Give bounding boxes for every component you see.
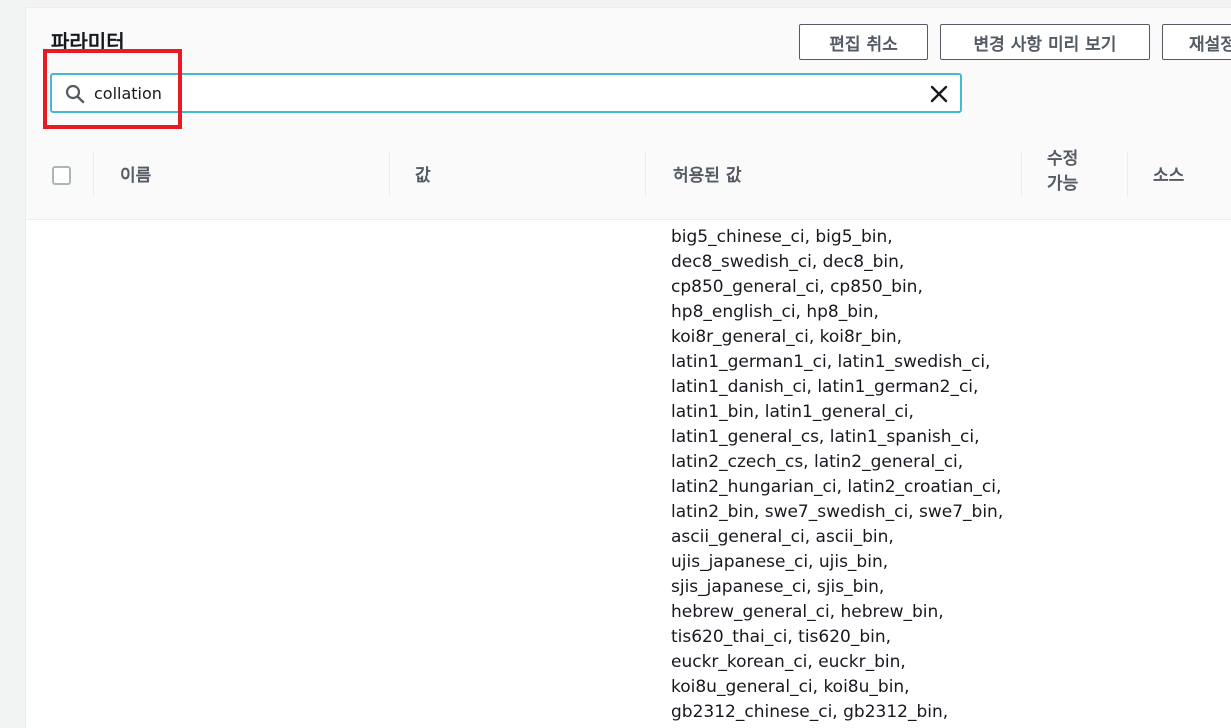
allowed-value-line: koi8r_general_ci, koi8r_bin,: [671, 327, 903, 347]
search-input[interactable]: [94, 81, 914, 105]
allowed-value-line: hebrew_general_ci, hebrew_bin,: [671, 602, 944, 622]
allowed-value-line: gb2312_chinese_ci, gb2312_bin,: [671, 702, 949, 722]
allowed-value-line: latin2_czech_cs, latin2_general_ci,: [671, 452, 964, 472]
column-divider: [1021, 153, 1022, 196]
reset-button[interactable]: 재설정: [1162, 24, 1231, 60]
column-divider: [93, 153, 94, 196]
allowed-values-cell: big5_chinese_ci, big5_bin, dec8_swedish_c…: [671, 225, 1003, 725]
column-divider: [1127, 153, 1128, 196]
column-header-value[interactable]: 값: [415, 161, 431, 186]
clear-search-icon[interactable]: [929, 84, 949, 108]
column-divider: [389, 153, 390, 196]
allowed-value-line: latin1_general_cs, latin1_spanish_ci,: [671, 427, 980, 447]
allowed-value-line: sjis_japanese_ci, sjis_bin,: [671, 577, 885, 597]
allowed-value-line: latin1_german1_ci, latin1_swedish_ci,: [671, 352, 991, 372]
select-all-checkbox[interactable]: [52, 166, 71, 185]
column-header-name[interactable]: 이름: [120, 161, 151, 186]
allowed-value-line: latin1_bin, latin1_general_ci,: [671, 402, 914, 422]
highlight-annotation-box: [43, 49, 182, 129]
allowed-value-line: ujis_japanese_ci, ujis_bin,: [671, 552, 889, 572]
column-header-allowed-values[interactable]: 허용된 값: [673, 161, 741, 186]
allowed-value-line: latin2_bin, swe7_swedish_ci, swe7_bin,: [671, 502, 1004, 522]
table-header: 이름 값 허용된 값 수정 가능 소스: [26, 132, 1231, 220]
allowed-value-line: latin1_danish_ci, latin1_german2_ci,: [671, 377, 979, 397]
cancel-edit-button[interactable]: 편집 취소: [799, 24, 928, 60]
allowed-value-line: big5_chinese_ci, big5_bin,: [671, 227, 893, 247]
column-header-source[interactable]: 소스: [1153, 161, 1184, 186]
allowed-value-line: ascii_general_ci, ascii_bin,: [671, 527, 894, 547]
allowed-value-line: latin2_hungarian_ci, latin2_croatian_ci,: [671, 477, 1002, 497]
allowed-value-line: koi8u_general_ci, koi8u_bin,: [671, 677, 910, 697]
parameters-panel: 파라미터 편집 취소 변경 사항 미리 보기 재설정 이름: [25, 7, 1231, 728]
allowed-value-line: euckr_korean_ci, euckr_bin,: [671, 652, 906, 672]
allowed-value-line: hp8_english_ci, hp8_bin,: [671, 302, 879, 322]
column-header-editable[interactable]: 수정 가능: [1047, 147, 1078, 197]
search-box: [50, 73, 962, 113]
allowed-value-line: cp850_general_ci, cp850_bin,: [671, 277, 923, 297]
panel-header: 파라미터 편집 취소 변경 사항 미리 보기 재설정: [26, 8, 1231, 132]
preview-changes-button[interactable]: 변경 사항 미리 보기: [940, 24, 1150, 60]
allowed-value-line: tis620_thai_ci, tis620_bin,: [671, 627, 892, 647]
allowed-value-line: dec8_swedish_ci, dec8_bin,: [671, 252, 905, 272]
column-divider: [645, 153, 646, 196]
